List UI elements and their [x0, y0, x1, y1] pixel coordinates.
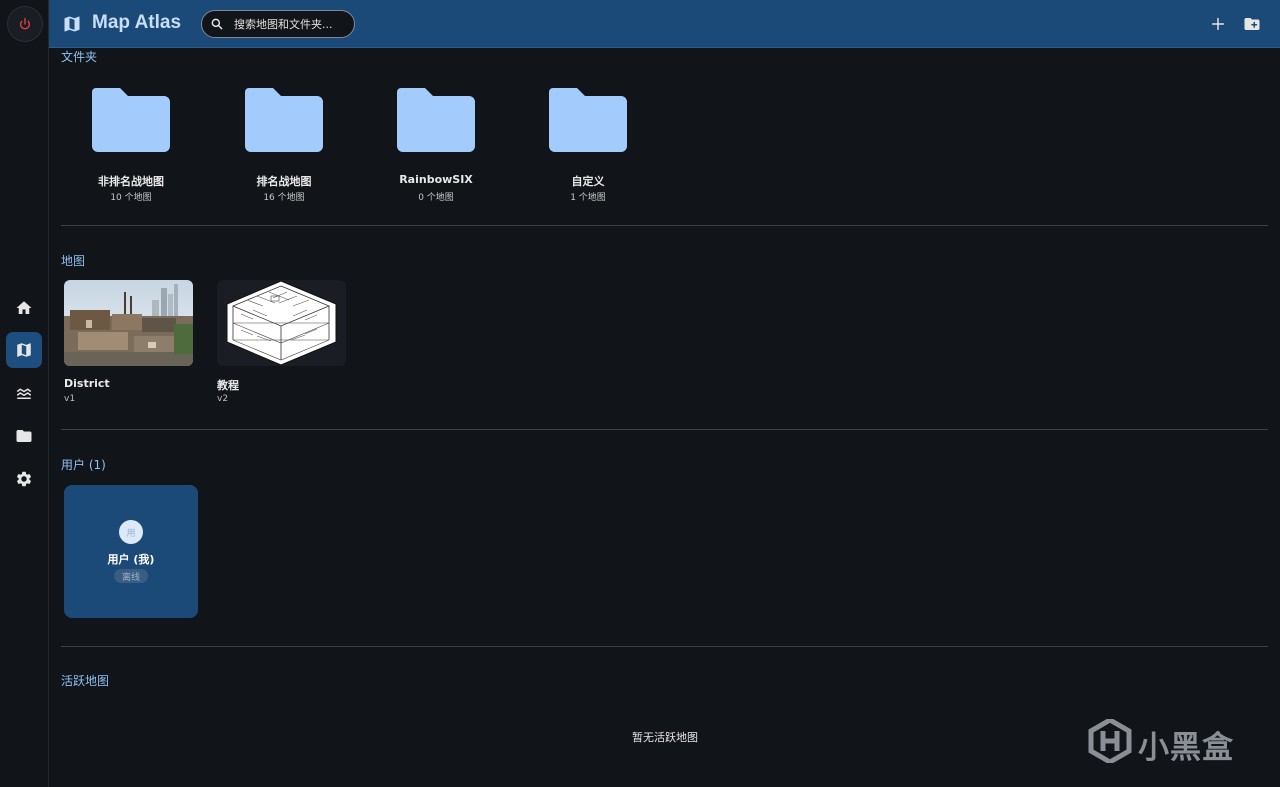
map-version: v1	[64, 394, 76, 404]
folder-name: RainbowSIX	[399, 173, 473, 186]
folder-item[interactable]: 排名战地图 16 个地图	[214, 84, 354, 204]
app-title: Map Atlas	[92, 12, 182, 33]
section-divider	[61, 646, 1268, 647]
sidebar	[0, 0, 49, 787]
folder-count: 16 个地图	[263, 193, 305, 203]
search-bar[interactable]	[201, 10, 355, 38]
folder-count: 1 个地图	[570, 193, 606, 203]
folder-icon	[549, 88, 627, 152]
sidebar-item-maps[interactable]	[6, 332, 42, 368]
folder-icon	[92, 88, 170, 152]
folder-item[interactable]: 自定义 1 个地图	[518, 84, 658, 204]
folder-name: 排名战地图	[256, 175, 312, 188]
map-logo-icon	[64, 16, 80, 32]
power-button[interactable]	[7, 6, 43, 42]
watermark-text: 小黑盒	[1138, 730, 1234, 766]
sidebar-item-layers[interactable]	[6, 375, 42, 411]
folder-item[interactable]: 非排名战地图 10 个地图	[61, 84, 201, 204]
sidebar-item-settings[interactable]	[6, 461, 42, 497]
status-badge: 离线	[114, 569, 148, 583]
maps-section-title: 地图	[61, 254, 86, 268]
power-icon	[19, 18, 31, 30]
folder-plus-icon	[1244, 18, 1260, 30]
active-maps-section-title: 活跃地图	[61, 674, 110, 688]
search-input[interactable]	[234, 15, 350, 33]
sidebar-item-folders[interactable]	[6, 418, 42, 454]
folder-icon	[397, 88, 475, 152]
folder-item[interactable]: RainbowSIX 0 个地图	[366, 84, 506, 204]
users-section-title: 用户 (1)	[61, 458, 106, 472]
add-map-button[interactable]	[1206, 12, 1230, 36]
section-divider	[61, 225, 1268, 226]
folders-section-title: 文件夹	[61, 50, 98, 64]
map-card[interactable]: District v1	[64, 280, 194, 408]
folder-count: 10 个地图	[110, 193, 152, 203]
map-icon	[17, 343, 31, 357]
folder-name: 非排名战地图	[98, 175, 164, 188]
folder-icon	[245, 88, 323, 152]
map-version: v2	[217, 394, 229, 404]
avatar: 用	[119, 520, 143, 544]
map-name: 教程	[217, 379, 239, 392]
map-thumbnail-city	[64, 280, 193, 366]
map-name: District	[64, 377, 110, 390]
user-name: 用户 (我)	[107, 553, 155, 566]
map-thumbnail-blueprint	[217, 280, 346, 366]
folder-icon	[16, 430, 32, 442]
layers-icon	[16, 388, 32, 399]
folder-count: 0 个地图	[418, 193, 454, 203]
new-folder-button[interactable]	[1240, 12, 1264, 36]
home-icon	[16, 301, 32, 314]
watermark-logo	[1088, 719, 1132, 763]
user-card[interactable]: 用 用户 (我) 离线	[64, 485, 198, 618]
map-card[interactable]: 教程 v2	[217, 280, 347, 408]
gear-icon	[16, 471, 32, 487]
plus-icon	[1211, 17, 1225, 31]
section-divider	[61, 429, 1268, 430]
folder-name: 自定义	[571, 175, 605, 188]
search-icon	[211, 18, 223, 30]
app-header: Map Atlas	[49, 0, 1280, 48]
watermark: 小黑盒	[1088, 713, 1248, 769]
sidebar-item-home[interactable]	[6, 290, 42, 326]
